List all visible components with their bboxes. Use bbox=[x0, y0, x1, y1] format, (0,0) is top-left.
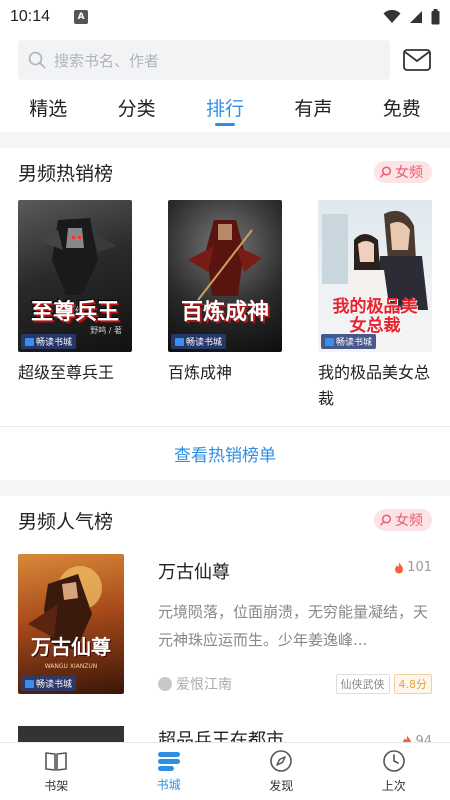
book-description: 元境陨落，位面崩溃，无穷能量凝结，天元神珠应运而生。少年姜逸峰... bbox=[158, 603, 429, 649]
book-title: 我的极品美女总裁 bbox=[318, 363, 431, 408]
author: 爱恨江南 bbox=[158, 674, 232, 694]
cover-title: 至尊兵王 bbox=[30, 299, 119, 325]
book-icon bbox=[45, 752, 68, 771]
book-info: 万古仙尊 101 元境陨落，位面崩溃，无穷能量凝结，天元神珠应运而生。少年姜逸峰… bbox=[158, 554, 432, 694]
user-icon bbox=[158, 677, 172, 691]
bestseller-section: 男频热销榜 女频 超级 至尊兵王 野鸣 / 著 畅读书城 超级至尊兵王 百炼成神… bbox=[0, 148, 450, 480]
nav-label: 上次 bbox=[381, 779, 406, 793]
compass-icon bbox=[270, 750, 293, 772]
view-bestseller-list-link[interactable]: 查看热销榜单 bbox=[0, 427, 450, 480]
tab-audio[interactable]: 有声 bbox=[286, 86, 340, 132]
publisher-label: 畅读书城 bbox=[336, 338, 373, 348]
search-input[interactable]: 搜索书名、作者 bbox=[18, 40, 390, 80]
search-icon bbox=[380, 166, 392, 178]
publisher-icon bbox=[25, 679, 34, 688]
tab-free[interactable]: 免费 bbox=[375, 86, 429, 132]
publisher-badge: 畅读书城 bbox=[21, 676, 77, 691]
tab-categories[interactable]: 分类 bbox=[110, 86, 164, 132]
search-placeholder: 搜索书名、作者 bbox=[54, 51, 160, 70]
book-title: 超级至尊兵王 bbox=[18, 363, 115, 382]
book-cover: 我的极品美女总裁 畅读书城 bbox=[318, 200, 432, 352]
tab-featured[interactable]: 精选 bbox=[21, 86, 75, 132]
book-cover: 超级 至尊兵王 野鸣 / 著 畅读书城 bbox=[18, 200, 132, 352]
publisher-label: 畅读书城 bbox=[36, 680, 73, 690]
book-cover: 万古仙尊 WANGU XIANZUN 畅读书城 bbox=[18, 554, 124, 694]
nav-last-read[interactable]: 上次 bbox=[338, 743, 450, 800]
battery-icon bbox=[431, 9, 440, 25]
publisher-icon bbox=[325, 337, 334, 346]
nav-label: 书城 bbox=[156, 778, 181, 792]
heat-indicator: 101 bbox=[394, 560, 432, 575]
cover-title: 万古仙尊 bbox=[31, 635, 111, 659]
mail-icon bbox=[403, 49, 431, 71]
popular-header: 男频人气榜 女频 bbox=[0, 496, 450, 544]
publisher-icon bbox=[25, 337, 34, 346]
book-cover: 百炼成神 畅读书城 bbox=[168, 200, 282, 352]
store-icon bbox=[157, 752, 180, 771]
female-channel-button[interactable]: 女频 bbox=[374, 509, 432, 531]
cover-title: 百炼成神 bbox=[180, 299, 269, 325]
publisher-label: 畅读书城 bbox=[36, 338, 73, 348]
signal-icon bbox=[410, 11, 422, 23]
message-button[interactable] bbox=[402, 45, 432, 75]
book-card[interactable]: 超级 至尊兵王 野鸣 / 著 畅读书城 超级至尊兵王 bbox=[18, 200, 132, 412]
badge-label: 女频 bbox=[395, 165, 423, 181]
nav-discover[interactable]: 发现 bbox=[225, 743, 338, 800]
cover-author: 野鸣 / 著 bbox=[90, 326, 122, 335]
heat-value: 101 bbox=[407, 560, 432, 575]
nav-bookstore[interactable]: 书城 bbox=[113, 743, 226, 800]
female-channel-button[interactable]: 女频 bbox=[374, 161, 432, 183]
fire-icon bbox=[395, 561, 404, 573]
bestseller-header: 男频热销榜 女频 bbox=[0, 148, 450, 196]
author-name: 爱恨江南 bbox=[176, 677, 232, 693]
nav-label: 发现 bbox=[269, 779, 294, 793]
tab-rankings[interactable]: 排行 bbox=[198, 86, 252, 132]
category-tag: 仙侠武侠 bbox=[335, 674, 390, 694]
ranking-item[interactable]: 万古仙尊 WANGU XIANZUN 畅读书城 万古仙尊 101 元境陨落，位面… bbox=[0, 544, 450, 694]
publisher-badge: 畅读书城 bbox=[21, 334, 77, 349]
badge-label: 女频 bbox=[395, 513, 423, 529]
clock-icon bbox=[382, 750, 405, 772]
category-tabs: 精选 分类 排行 有声 免费 bbox=[0, 86, 450, 132]
publisher-badge: 畅读书城 bbox=[171, 334, 227, 349]
nav-label: 书架 bbox=[44, 779, 69, 793]
book-title: 万古仙尊 bbox=[158, 562, 230, 583]
bottom-nav: 书架 书城 发现 上次 bbox=[0, 742, 450, 800]
status-indicators bbox=[383, 9, 440, 25]
status-bar: 10:14 A bbox=[0, 0, 450, 34]
search-icon bbox=[28, 51, 46, 69]
score-badge: 4.8分 bbox=[393, 674, 432, 694]
bestseller-books: 超级 至尊兵王 野鸣 / 著 畅读书城 超级至尊兵王 百炼成神 畅读书城 百炼成… bbox=[0, 200, 450, 412]
publisher-label: 畅读书城 bbox=[186, 338, 223, 348]
book-meta: 爱恨江南 仙侠武侠 4.8分 bbox=[158, 674, 432, 694]
book-card[interactable]: 我的极品美女总裁 畅读书城 我的极品美女总裁 bbox=[318, 200, 432, 412]
book-title: 百炼成神 bbox=[168, 363, 233, 382]
cover-art bbox=[188, 220, 262, 301]
section-title: 男频热销榜 bbox=[18, 162, 114, 185]
publisher-badge: 畅读书城 bbox=[321, 334, 377, 349]
cover-art bbox=[28, 566, 102, 650]
notification-icon: A bbox=[74, 10, 89, 24]
section-title: 男频人气榜 bbox=[18, 510, 114, 533]
cover-title: 我的极品美女总裁 bbox=[332, 297, 418, 336]
publisher-icon bbox=[175, 337, 184, 346]
search-row: 搜索书名、作者 bbox=[0, 34, 450, 86]
popular-section: 男频人气榜 女频 万古仙尊 WANGU XIANZUN 畅读书城 万古仙尊 10… bbox=[0, 496, 450, 746]
status-time: 10:14 bbox=[10, 8, 51, 25]
wifi-icon bbox=[383, 10, 401, 23]
nav-bookshelf[interactable]: 书架 bbox=[0, 743, 113, 800]
cover-subtitle: WANGU XIANZUN bbox=[44, 663, 98, 670]
book-card[interactable]: 百炼成神 畅读书城 百炼成神 bbox=[168, 200, 282, 412]
search-icon bbox=[380, 514, 392, 526]
